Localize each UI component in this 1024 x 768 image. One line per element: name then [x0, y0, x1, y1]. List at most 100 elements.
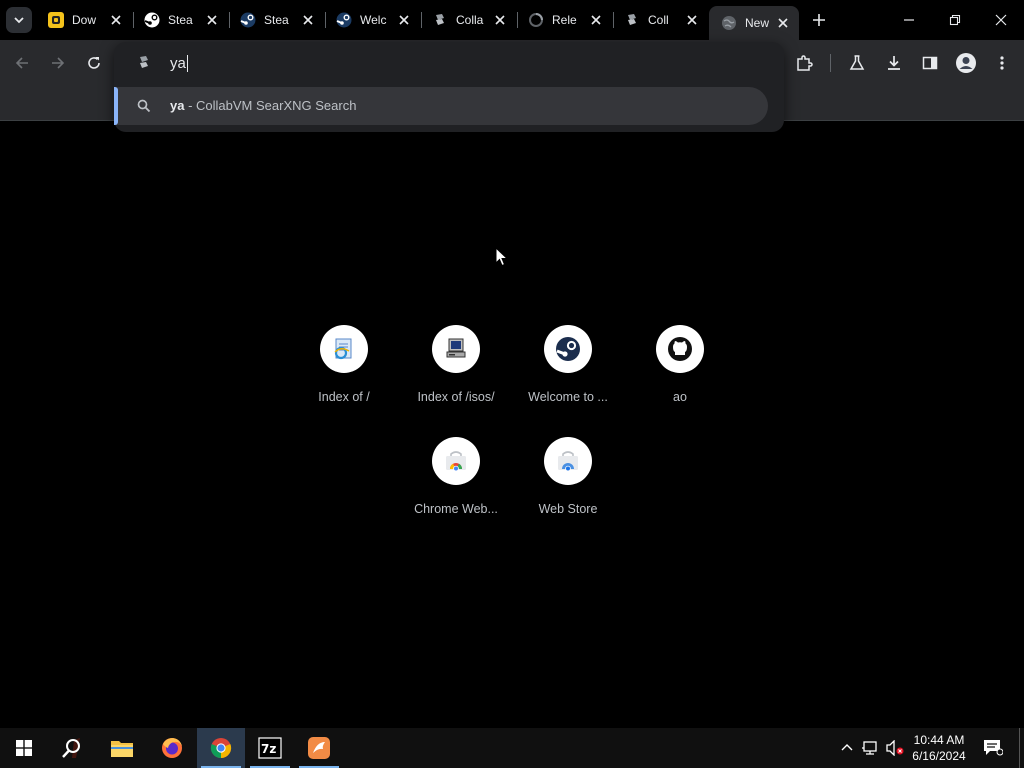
tab-3[interactable]: Stea	[228, 6, 324, 34]
close-icon[interactable]	[204, 12, 220, 28]
shortcut-tile[interactable]: Index of /	[288, 325, 400, 425]
volume-muted-icon	[886, 740, 904, 756]
shortcut-tile[interactable]: ao	[624, 325, 736, 425]
tab-4[interactable]: Welc	[324, 6, 420, 34]
labs-button[interactable]	[843, 49, 871, 77]
collabvm-icon	[624, 12, 640, 28]
chevron-up-icon	[841, 744, 853, 751]
tab-7-title: Coll	[648, 13, 669, 27]
tab-8-active[interactable]: New	[709, 6, 799, 40]
close-icon[interactable]	[300, 12, 316, 28]
windows-taskbar: 7z 10:44 AM 6/16/2024	[0, 728, 1024, 768]
close-icon[interactable]	[108, 12, 124, 28]
svg-text:7z: 7z	[261, 742, 276, 756]
notifications-button[interactable]	[980, 728, 1006, 768]
shortcut-label: ao	[673, 390, 687, 404]
firefox-icon	[162, 738, 182, 758]
forward-button[interactable]	[44, 49, 72, 77]
extensions-button[interactable]	[790, 49, 818, 77]
restore-button[interactable]	[932, 4, 978, 36]
shortcut-icon-circle	[432, 437, 480, 485]
selection-indicator	[114, 87, 118, 125]
chrome-web-store-icon	[446, 451, 466, 472]
reload-button[interactable]	[80, 49, 108, 77]
shortcut-label: Welcome to ...	[528, 390, 608, 404]
shortcut-tile[interactable]: Web Store	[512, 437, 624, 537]
chrome-icon	[210, 738, 232, 759]
screen: Dow Stea Stea Welc Colla Rele Coll New y…	[0, 0, 1024, 768]
volume-button[interactable]	[884, 728, 906, 768]
firefox-button[interactable]	[148, 728, 196, 768]
shortcut-label: Web Store	[538, 502, 598, 516]
tab-2-title: Stea	[168, 13, 193, 27]
profile-button[interactable]	[952, 49, 980, 77]
shortcut-tile[interactable]: Index of /isos/	[400, 325, 512, 425]
tab-1[interactable]: Dow	[36, 6, 132, 34]
network-button[interactable]	[860, 728, 882, 768]
tab-5-title: Colla	[456, 13, 484, 27]
shortcut-icon-circle	[320, 325, 368, 373]
network-icon	[862, 741, 877, 755]
toolbar-separator	[830, 54, 831, 72]
tab-2[interactable]: Stea	[132, 6, 228, 34]
taskbar-clock[interactable]: 10:44 AM 6/16/2024	[905, 732, 973, 764]
shortcut-tile[interactable]: Chrome Web...	[400, 437, 512, 537]
profile-avatar-icon	[956, 53, 976, 73]
show-desktop-button[interactable]	[1014, 728, 1024, 768]
tab-search-button[interactable]	[6, 7, 32, 33]
tab-3-title: Stea	[264, 13, 289, 27]
minimize-button[interactable]	[886, 4, 932, 36]
clock-date: 6/16/2024	[912, 749, 966, 763]
suggestion-query: ya	[170, 98, 185, 113]
downloads-button[interactable]	[880, 49, 908, 77]
close-icon[interactable]	[588, 12, 604, 28]
back-button[interactable]	[8, 49, 36, 77]
suggestion-text: ya - CollabVM SearXNG Search	[170, 98, 356, 113]
suggestion-description: - CollabVM SearXNG Search	[184, 98, 357, 113]
puzzle-icon	[797, 55, 813, 71]
shortcut-label: Chrome Web...	[414, 502, 498, 516]
orange-app-icon	[308, 737, 330, 759]
shortcut-label: Index of /isos/	[417, 390, 495, 404]
yellow-app-icon	[48, 12, 64, 28]
computer-icon	[446, 338, 466, 358]
shortcut-label: Index of /	[318, 390, 370, 404]
close-icon[interactable]	[396, 12, 412, 28]
close-icon	[995, 14, 1007, 26]
tab-4-title: Welc	[360, 13, 387, 27]
chrome-button[interactable]	[197, 728, 245, 768]
tab-6[interactable]: Rele	[516, 6, 612, 34]
tab-7[interactable]: Coll	[612, 6, 708, 34]
menu-button[interactable]	[988, 49, 1016, 77]
omnibox-suggestion[interactable]: ya - CollabVM SearXNG Search	[114, 87, 768, 125]
search-icon	[137, 99, 151, 113]
web-store-icon	[558, 451, 578, 472]
side-panel-button[interactable]	[916, 49, 944, 77]
app-button[interactable]	[295, 728, 343, 768]
window-close-button[interactable]	[978, 4, 1024, 36]
address-bar-text: ya	[170, 55, 188, 72]
loading-spinner-icon	[528, 12, 544, 28]
close-icon[interactable]	[684, 12, 700, 28]
new-tab-button[interactable]	[807, 8, 831, 32]
tray-overflow-button[interactable]	[838, 728, 856, 768]
tab-5[interactable]: Colla	[420, 6, 516, 34]
address-bar-input[interactable]: ya	[114, 42, 784, 84]
reload-icon	[88, 57, 100, 69]
close-icon[interactable]	[775, 15, 791, 31]
tab-strip: Dow Stea Stea Welc Colla Rele Coll New	[0, 0, 1024, 40]
text-caret	[186, 55, 188, 72]
7zip-button[interactable]: 7z	[246, 728, 294, 768]
ie-document-icon	[334, 338, 352, 360]
search-button[interactable]	[48, 728, 96, 768]
restore-icon	[949, 14, 961, 26]
file-explorer-button[interactable]	[98, 728, 146, 768]
omnibox-popup: ya ya - CollabVM SearXNG Search	[114, 42, 784, 132]
steam-icon	[336, 12, 352, 28]
shortcut-tile[interactable]: Welcome to ...	[512, 325, 624, 425]
notification-icon	[984, 740, 1003, 756]
plus-icon	[813, 14, 825, 26]
flask-icon	[849, 55, 865, 70]
close-icon[interactable]	[492, 12, 508, 28]
start-button[interactable]	[0, 728, 48, 768]
